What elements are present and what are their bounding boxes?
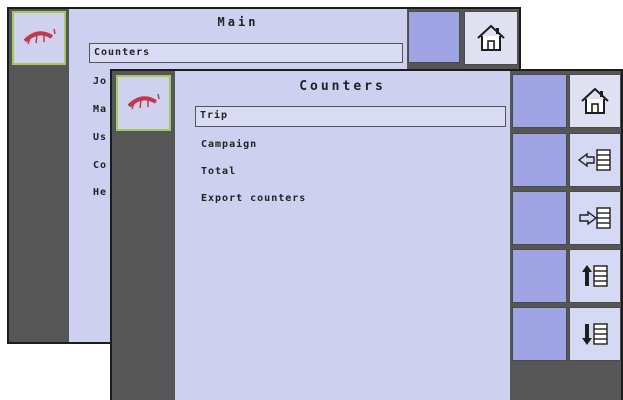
list-item[interactable]: Co	[93, 160, 107, 171]
page-title: Main	[217, 15, 259, 29]
home-button[interactable]	[569, 74, 621, 128]
side-blank-button-4[interactable]	[512, 249, 567, 303]
sprayer-icon	[22, 25, 58, 51]
counters-content-panel: Counters Trip Campaign Total Export coun…	[175, 71, 510, 400]
counters-screen: Counters Trip Campaign Total Export coun…	[110, 69, 623, 400]
list-item[interactable]: He	[93, 187, 107, 198]
list-item[interactable]: Us	[93, 132, 107, 143]
move-left-list-icon	[577, 147, 613, 173]
side-blank-button-5[interactable]	[512, 307, 567, 361]
move-right-list-icon	[577, 205, 613, 231]
list-item-export-counters[interactable]: Export counters	[201, 193, 306, 204]
main-app-icon-tile[interactable]	[12, 11, 66, 65]
main-blank-button[interactable]	[408, 11, 460, 63]
move-right-button[interactable]	[569, 191, 621, 245]
side-blank-button-3[interactable]	[512, 191, 567, 245]
move-up-list-icon	[579, 262, 611, 290]
list-item-campaign[interactable]: Campaign	[201, 139, 257, 150]
move-up-button[interactable]	[569, 249, 621, 303]
side-blank-button-2[interactable]	[512, 133, 567, 187]
move-down-button[interactable]	[569, 307, 621, 361]
home-icon	[579, 86, 611, 116]
home-icon	[475, 23, 507, 53]
list-item-trip[interactable]: Trip	[195, 106, 506, 127]
list-item-counters[interactable]: Counters	[89, 43, 403, 63]
move-left-button[interactable]	[569, 133, 621, 187]
list-item-total[interactable]: Total	[201, 166, 236, 177]
move-down-list-icon	[579, 320, 611, 348]
main-home-button[interactable]	[464, 11, 518, 65]
counters-app-icon-tile[interactable]	[116, 75, 171, 131]
sprayer-icon	[126, 90, 162, 116]
side-blank-button-1[interactable]	[512, 74, 567, 128]
list-item[interactable]: Ma	[93, 104, 107, 115]
page-title: Counters	[299, 79, 386, 94]
list-item[interactable]: Jo	[93, 76, 107, 87]
